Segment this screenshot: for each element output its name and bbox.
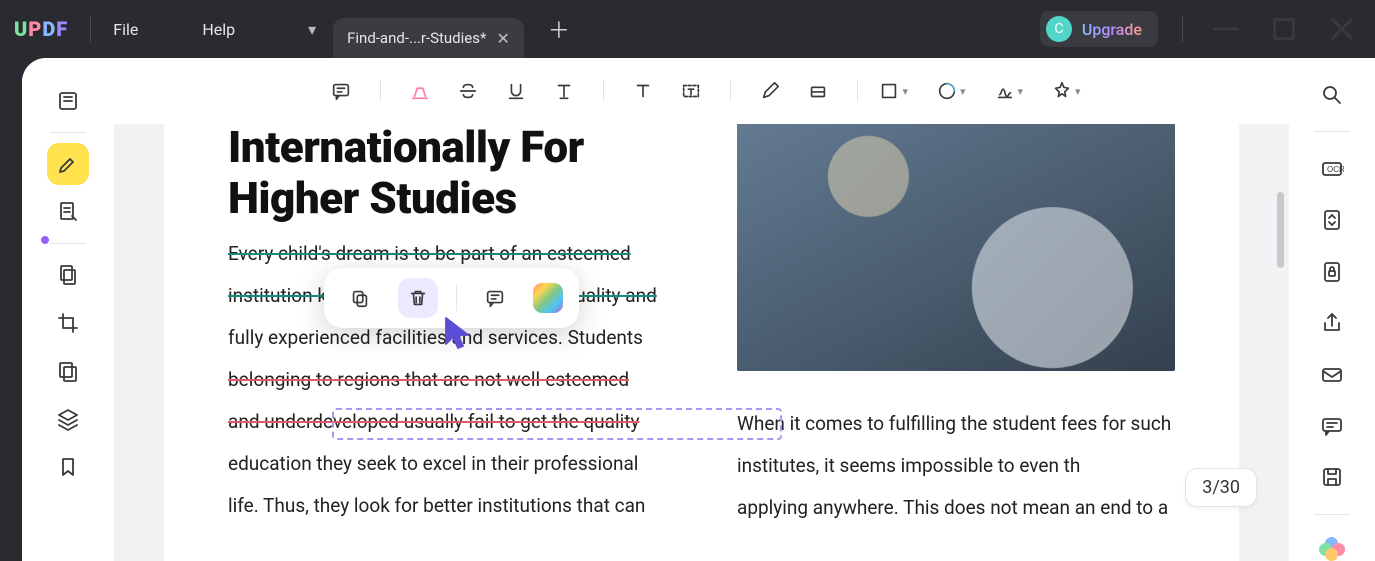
bookmark-icon[interactable] xyxy=(47,446,89,488)
para-line: belonging to regions that are not well-e… xyxy=(228,368,629,391)
annotation-toolbar: ▾ ▾ ▾ ▾ xyxy=(114,58,1289,124)
copy-button[interactable] xyxy=(340,278,380,318)
svg-text:OCR: OCR xyxy=(1327,165,1344,174)
para-line: life. Thus, they look for better institu… xyxy=(228,494,645,517)
email-icon[interactable] xyxy=(1316,360,1348,389)
tab-active[interactable]: Find-and-...r-Studies* ✕ xyxy=(333,18,524,58)
para-line: applying anywhere. This does not mean an… xyxy=(737,496,1168,519)
separator xyxy=(380,80,381,102)
indicator-dot xyxy=(41,236,49,244)
comment-icon[interactable] xyxy=(1316,411,1348,440)
stamp-dropdown[interactable]: ▾ xyxy=(936,80,966,102)
separator xyxy=(857,80,858,102)
upgrade-label: Upgrade xyxy=(1082,20,1142,39)
separator xyxy=(1182,16,1183,42)
close-button[interactable] xyxy=(1323,14,1361,44)
maximize-button[interactable] xyxy=(1265,14,1303,44)
pdf-page: Internationally For Higher Studies Every… xyxy=(164,124,1239,561)
para-line: When it comes to fulfilling the student … xyxy=(737,412,1171,435)
page-tools-icon[interactable] xyxy=(47,254,89,296)
note-icon[interactable] xyxy=(322,72,360,110)
heading-line-2: Higher Studies xyxy=(228,172,517,224)
article-image xyxy=(737,124,1175,371)
para-line: and underdeveloped usually fail to get t… xyxy=(228,410,639,433)
page-viewport[interactable]: Internationally For Higher Studies Every… xyxy=(114,124,1289,561)
separator xyxy=(603,80,604,102)
avatar: C xyxy=(1046,16,1072,42)
heading-line-1: Internationally For xyxy=(228,124,584,173)
tab-title: Find-and-...r-Studies* xyxy=(347,29,486,47)
app-logo: UPDF xyxy=(14,17,68,41)
separator xyxy=(456,285,457,311)
save-icon[interactable] xyxy=(1316,463,1348,492)
menu-help[interactable]: Help xyxy=(202,20,235,39)
new-tab-button[interactable]: ＋ xyxy=(548,13,570,45)
updf-ai-icon[interactable] xyxy=(1319,537,1345,561)
pencil-icon[interactable] xyxy=(751,72,789,110)
menu-file[interactable]: File xyxy=(113,20,138,39)
para-line: Every child's dream is to be part of an … xyxy=(228,242,631,265)
reader-mode-icon[interactable] xyxy=(47,80,89,122)
share-icon[interactable] xyxy=(1316,309,1348,338)
separator xyxy=(90,16,91,42)
right-sidebar: OCR xyxy=(1289,58,1375,561)
color-picker-button[interactable] xyxy=(533,283,563,313)
tab-dropdown[interactable]: ▾ xyxy=(293,10,331,48)
eraser-icon[interactable] xyxy=(799,72,837,110)
note-button[interactable] xyxy=(475,278,515,318)
edit-pdf-icon[interactable] xyxy=(47,191,89,233)
separator xyxy=(730,80,731,102)
crop-icon[interactable] xyxy=(47,302,89,344)
page-right-column: When it comes to fulfilling the student … xyxy=(737,233,1175,529)
underline-icon[interactable] xyxy=(497,72,535,110)
shape-dropdown[interactable]: ▾ xyxy=(878,80,908,102)
annotation-popup xyxy=(324,268,579,328)
separator xyxy=(50,243,86,244)
minimize-button[interactable] xyxy=(1207,14,1245,44)
signature-dropdown[interactable]: ▾ xyxy=(994,80,1024,102)
delete-button[interactable] xyxy=(398,278,438,318)
separator xyxy=(1314,131,1350,132)
separator xyxy=(50,132,86,133)
pages-icon[interactable] xyxy=(47,350,89,392)
left-sidebar xyxy=(22,58,114,561)
para-line: institutes, it seems impossible to even … xyxy=(737,454,1080,477)
page-indicator[interactable]: 3/30 xyxy=(1185,468,1257,507)
scrollbar-thumb[interactable] xyxy=(1277,192,1284,268)
para-line: education they seek to excel in their pr… xyxy=(228,452,638,475)
titlebar: UPDF File Help ▾ Find-and-...r-Studies* … xyxy=(0,0,1375,58)
layers-icon[interactable] xyxy=(47,398,89,440)
sticker-dropdown[interactable]: ▾ xyxy=(1051,80,1081,102)
convert-icon[interactable] xyxy=(1316,206,1348,235)
tab-close-icon[interactable]: ✕ xyxy=(496,29,509,48)
para-line: fully experienced facilities and service… xyxy=(228,326,643,349)
upgrade-button[interactable]: C Upgrade xyxy=(1040,11,1158,47)
ocr-icon[interactable]: OCR xyxy=(1316,154,1348,183)
main-area: OCR ▾ ▾ ▾ ▾ Internationally For xyxy=(22,58,1375,561)
strikethrough-icon[interactable] xyxy=(449,72,487,110)
text-icon[interactable] xyxy=(624,72,662,110)
separator xyxy=(1314,514,1350,515)
search-icon[interactable] xyxy=(1316,80,1348,109)
protect-icon[interactable] xyxy=(1316,257,1348,286)
text-markup-icon[interactable] xyxy=(545,72,583,110)
highlighter-icon[interactable] xyxy=(401,72,439,110)
highlight-tool-icon[interactable] xyxy=(47,143,89,185)
para-right: When it comes to fulfilling the student … xyxy=(737,403,1175,529)
text-box-icon[interactable] xyxy=(672,72,710,110)
